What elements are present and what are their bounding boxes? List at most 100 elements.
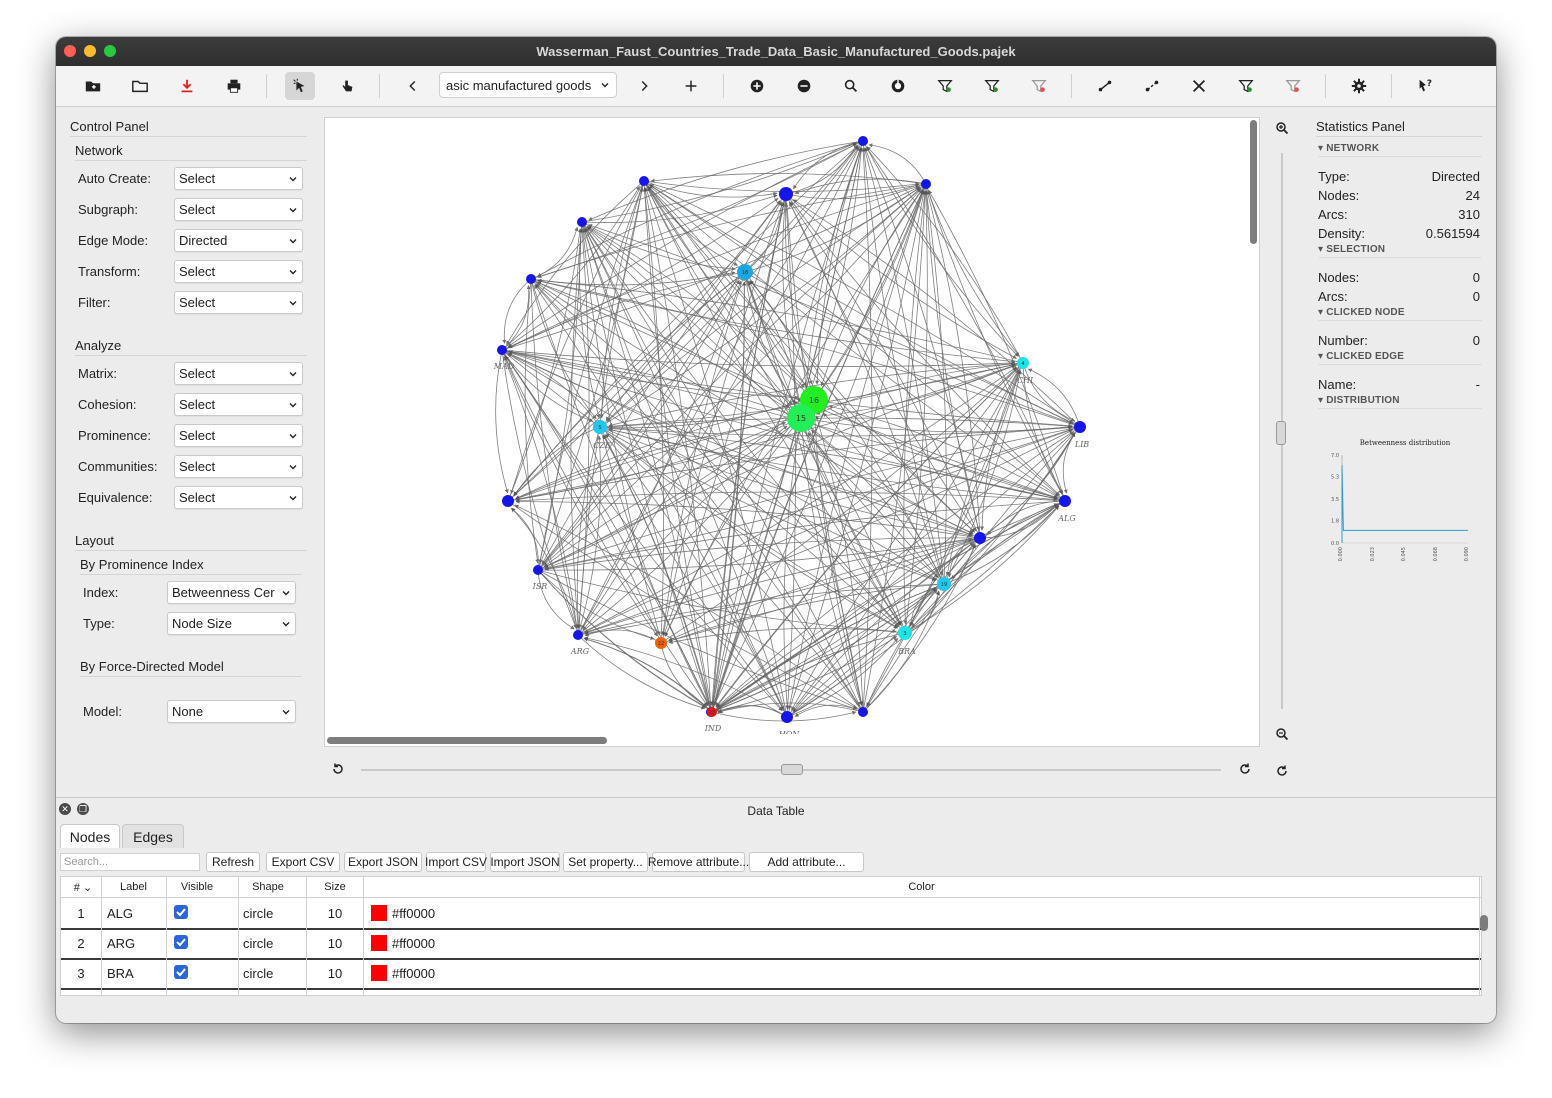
graph-node[interactable] (779, 187, 793, 201)
table-search-input[interactable]: Search... (60, 853, 200, 871)
rotate-right-button[interactable] (1233, 758, 1257, 780)
color-swatch[interactable] (371, 935, 387, 951)
filter-nodes-button[interactable] (930, 72, 960, 100)
graph-edge[interactable] (864, 147, 981, 539)
visible-checkbox[interactable] (174, 935, 188, 949)
settings-button[interactable] (1344, 72, 1374, 100)
graph-edge[interactable] (501, 349, 783, 711)
col-header-number[interactable]: # ⌄ (63, 881, 103, 894)
node-properties-button[interactable] (883, 72, 913, 100)
rotate-left-button[interactable] (326, 758, 350, 780)
analyze-select[interactable]: Select (174, 393, 303, 416)
save-button[interactable] (172, 72, 202, 100)
graph-node[interactable] (639, 176, 649, 186)
clear-edge-filter-button[interactable] (1278, 72, 1308, 100)
filter-edge-weight-button[interactable] (1231, 72, 1261, 100)
open-file-button[interactable] (125, 72, 155, 100)
table-button-add-attribute[interactable]: Add attribute... (749, 852, 864, 872)
table-row[interactable]: 2 ARG circle 10 #ff0000 (61, 928, 1481, 960)
graph-node[interactable] (526, 274, 536, 284)
graph-node[interactable] (1074, 421, 1086, 433)
network-canvas[interactable]: MAD LIB ALG ISR ARG IND HON 19 3 BRA 4 CHI 5 CZE 18 161… (324, 117, 1260, 747)
add-node-button[interactable] (742, 72, 772, 100)
graph-node[interactable] (974, 532, 986, 544)
graph-edge[interactable] (510, 507, 539, 571)
analyze-select[interactable]: Select (174, 424, 303, 447)
network-select[interactable]: Select (174, 260, 303, 283)
col-header-visible[interactable]: Visible (167, 881, 227, 893)
table-button-remove-attribute[interactable]: Remove attribute... (648, 852, 749, 872)
graph-node[interactable] (858, 136, 868, 146)
table-button-refresh[interactable]: Refresh (206, 852, 260, 872)
table-button-import-json[interactable]: Import JSON (490, 852, 560, 872)
canvas-vertical-scrollbar[interactable] (1250, 120, 1257, 244)
graph-edge[interactable] (1062, 426, 1081, 494)
graph-edge[interactable] (660, 642, 708, 707)
network-graph[interactable]: MAD LIB ALG ISR ARG IND HON 19 3 BRA 4 CHI 5 CZE 18 161… (325, 118, 1247, 739)
col-header-size[interactable]: Size (307, 881, 363, 893)
graph-edge[interactable] (501, 349, 937, 581)
network-select[interactable]: Select (174, 167, 303, 190)
pan-tool-button[interactable] (332, 72, 362, 100)
filter-edges-button[interactable] (977, 72, 1007, 100)
graph-edge[interactable] (588, 140, 864, 221)
graph-edge[interactable] (599, 426, 973, 538)
graph-edge[interactable] (813, 189, 924, 401)
col-header-shape[interactable]: Shape (239, 881, 297, 893)
add-network-button[interactable] (676, 72, 706, 100)
graph-node[interactable] (781, 711, 793, 723)
table-button-export-json[interactable]: Export JSON (344, 852, 422, 872)
network-select[interactable]: Directed (174, 229, 303, 252)
graph-edge[interactable] (599, 180, 645, 419)
visible-checkbox[interactable] (174, 905, 188, 919)
whats-this-button[interactable]: ? (1410, 72, 1440, 100)
col-header-color[interactable]: Color (364, 881, 1479, 893)
graph-edge[interactable] (794, 704, 864, 717)
canvas-horizontal-scrollbar[interactable] (327, 737, 607, 744)
graph-edge[interactable] (537, 228, 584, 571)
graph-edge[interactable] (945, 362, 1024, 576)
table-row[interactable]: 1 ALG circle 10 #ff0000 (61, 898, 1481, 930)
add-edge-button[interactable] (1090, 72, 1120, 100)
previous-network-button[interactable] (398, 72, 428, 100)
table-button-export-csv[interactable]: Export CSV (266, 852, 340, 872)
graph-node[interactable] (573, 630, 583, 640)
graph-edge[interactable] (584, 629, 662, 644)
table-vertical-scrollbar[interactable] (1480, 915, 1488, 931)
graph-edge[interactable] (668, 627, 906, 644)
graph-edge[interactable] (718, 705, 788, 718)
graph-node[interactable] (1059, 495, 1071, 507)
table-button-import-csv[interactable]: Import CSV (425, 852, 487, 872)
graph-node[interactable] (497, 345, 507, 355)
graph-node[interactable] (921, 179, 931, 189)
graph-edge[interactable] (904, 369, 1021, 634)
zoom-in-button[interactable] (1270, 117, 1294, 139)
tab-edges[interactable]: Edges (122, 824, 184, 848)
analyze-select[interactable]: Select (174, 486, 303, 509)
visible-checkbox[interactable] (174, 965, 188, 979)
clear-filter-button[interactable] (1024, 72, 1054, 100)
new-file-button[interactable] (78, 72, 108, 100)
next-network-button[interactable] (629, 72, 659, 100)
graph-edge[interactable] (785, 144, 858, 195)
print-button[interactable] (219, 72, 249, 100)
network-select[interactable]: Select (174, 198, 303, 221)
graph-node[interactable] (533, 565, 543, 575)
find-node-button[interactable] (836, 72, 866, 100)
index-select[interactable]: Betweenness Cer (167, 581, 296, 604)
table-row[interactable]: 3 BRA circle 10 #ff0000 (61, 958, 1481, 990)
analyze-select[interactable]: Select (174, 362, 303, 385)
table-button-set-property[interactable]: Set property... (563, 852, 648, 872)
network-select[interactable]: Select (174, 291, 303, 314)
analyze-select[interactable]: Select (174, 455, 303, 478)
color-swatch[interactable] (371, 905, 387, 921)
network-select[interactable]: asic manufactured goods (439, 72, 617, 98)
graph-edge[interactable] (507, 500, 858, 709)
type-select[interactable]: Node Size (167, 612, 296, 635)
remove-edge-button[interactable] (1137, 72, 1167, 100)
rotation-slider-handle[interactable] (781, 764, 803, 775)
graph-edge[interactable] (577, 429, 1073, 636)
graph-node[interactable] (858, 707, 868, 717)
tab-nodes[interactable]: Nodes (60, 824, 120, 848)
model-select[interactable]: None (167, 700, 296, 723)
